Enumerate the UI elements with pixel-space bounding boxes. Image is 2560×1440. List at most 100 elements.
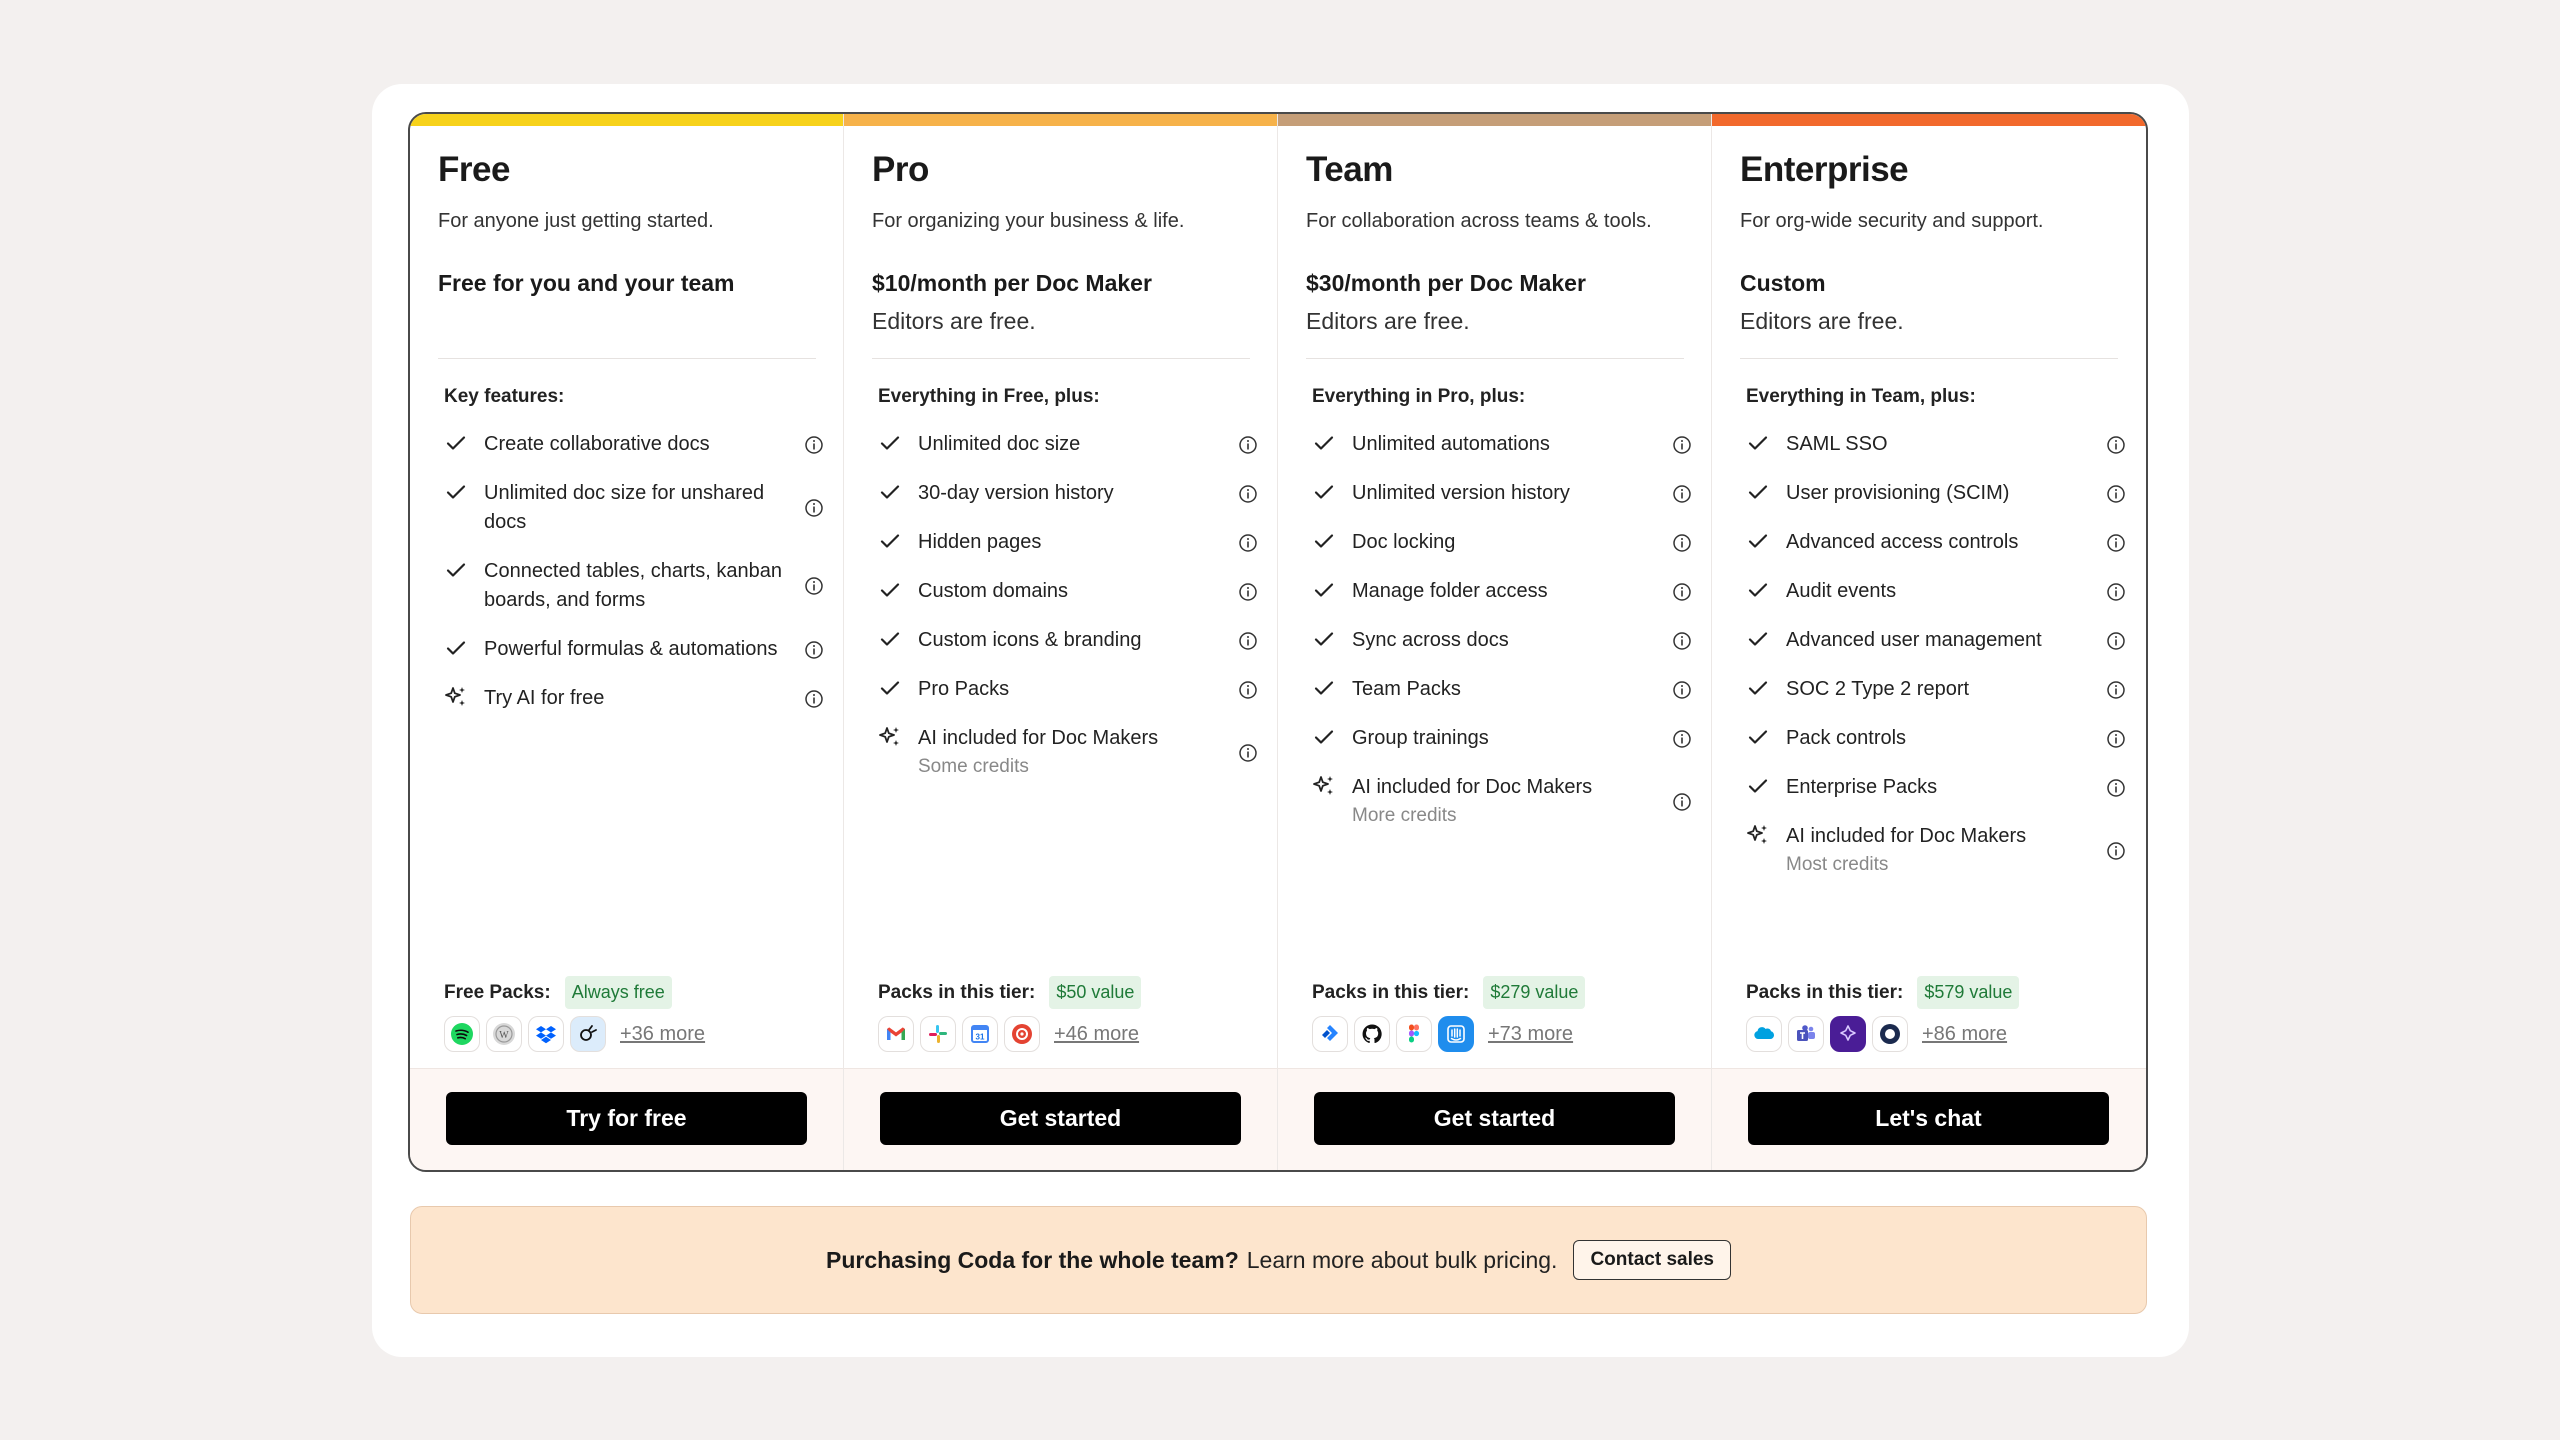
feature-label: Team Packs [1352, 678, 1461, 700]
contact-sales-button[interactable]: Contact sales [1573, 1240, 1731, 1280]
feature-label: Unlimited version history [1352, 482, 1570, 504]
more-packs-link[interactable]: +36 more [620, 1023, 705, 1046]
info-icon[interactable] [1672, 533, 1692, 553]
plan-price: $10/month per Doc Maker [872, 270, 1152, 296]
info-icon[interactable] [804, 689, 824, 709]
feature-label: Sync across docs [1352, 629, 1509, 651]
info-icon[interactable] [1238, 680, 1258, 700]
feature-item: Enterprise Packs [1746, 773, 2126, 802]
sparkle-icon [445, 687, 465, 706]
sparkle-icon [879, 727, 899, 746]
check-icon [1314, 583, 1334, 597]
banner-headline: Purchasing Coda for the whole team? [825, 1246, 1239, 1273]
info-icon[interactable] [1672, 792, 1692, 812]
info-icon[interactable] [804, 640, 824, 660]
get-started-button[interactable]: Get started [880, 1092, 1241, 1145]
check-icon [1314, 534, 1334, 548]
info-icon[interactable] [1238, 484, 1258, 504]
feature-title: AI included for Doc Makers [1786, 825, 2027, 847]
feature-label: Manage folder access [1352, 580, 1548, 602]
info-icon[interactable] [2106, 680, 2126, 700]
spotify-icon[interactable] [444, 1016, 480, 1052]
info-icon[interactable] [804, 576, 824, 596]
plan-team: Team For collaboration across teams & to… [1278, 114, 1712, 1170]
info-icon[interactable] [2106, 729, 2126, 749]
info-icon[interactable] [1672, 729, 1692, 749]
info-icon[interactable] [1238, 743, 1258, 763]
salesforce-icon[interactable] [1746, 1016, 1782, 1052]
wikipedia-icon[interactable]: W [486, 1016, 522, 1052]
feature-item: Hidden pages [878, 528, 1258, 557]
info-icon[interactable] [1238, 435, 1258, 455]
check-icon [1748, 779, 1768, 793]
info-icon[interactable] [2106, 582, 2126, 602]
github-icon[interactable] [1354, 1016, 1390, 1052]
svg-text:31: 31 [976, 1033, 985, 1042]
info-icon[interactable] [804, 498, 824, 518]
info-icon[interactable] [1238, 631, 1258, 651]
pack-icon[interactable] [570, 1016, 606, 1052]
pack-icons: W +36 more [444, 1016, 705, 1052]
plan-footer: Let's chat [1712, 1068, 2146, 1170]
get-started-button[interactable]: Get started [1314, 1092, 1675, 1145]
info-icon[interactable] [2106, 778, 2126, 798]
packs-label: Packs in this tier: [878, 981, 1036, 1003]
plan-color-bar [410, 114, 843, 126]
lets-chat-button[interactable]: Let's chat [1748, 1092, 2109, 1145]
check-icon [1748, 534, 1768, 548]
feature-title: AI included for Doc Makers [918, 727, 1159, 749]
feature-item: Custom domains [878, 577, 1258, 606]
feature-item: AI included for Doc Makers Most credits [1746, 822, 2126, 879]
pack-icon[interactable] [1830, 1016, 1866, 1052]
feature-label: Unlimited automations [1352, 433, 1550, 455]
packs-value-badge: $50 value [1049, 976, 1142, 1009]
info-icon[interactable] [2106, 533, 2126, 553]
info-icon[interactable] [804, 435, 824, 455]
plan-footer: Get started [844, 1068, 1277, 1170]
info-icon[interactable] [1672, 582, 1692, 602]
slack-icon[interactable] [920, 1016, 956, 1052]
more-packs-link[interactable]: +46 more [1054, 1023, 1139, 1046]
info-icon[interactable] [2106, 841, 2126, 861]
info-icon[interactable] [1672, 631, 1692, 651]
try-for-free-button[interactable]: Try for free [446, 1092, 807, 1145]
info-icon[interactable] [1672, 680, 1692, 700]
dropbox-icon[interactable] [528, 1016, 564, 1052]
plan-name: Enterprise [1740, 150, 1909, 189]
feature-label: AI included for Doc Makers Most credits [1786, 822, 2086, 879]
more-packs-link[interactable]: +86 more [1922, 1023, 2007, 1046]
info-icon[interactable] [2106, 435, 2126, 455]
check-icon [446, 485, 466, 499]
info-icon[interactable] [2106, 631, 2126, 651]
feature-label: Connected tables, charts, kanban boards,… [484, 560, 782, 611]
info-icon[interactable] [1672, 484, 1692, 504]
check-icon [1748, 632, 1768, 646]
check-icon [880, 632, 900, 646]
plan-name: Free [438, 150, 510, 189]
packs-row: Packs in this tier: $579 value [1746, 976, 2020, 1009]
google-calendar-icon[interactable]: 31 [962, 1016, 998, 1052]
feature-item: AI included for Doc Makers More credits [1312, 773, 1692, 830]
info-icon[interactable] [1238, 582, 1258, 602]
feature-item: Unlimited version history [1312, 479, 1692, 508]
intercom-icon[interactable] [1438, 1016, 1474, 1052]
plan-description: For collaboration across teams & tools. [1306, 210, 1652, 232]
figma-icon[interactable] [1396, 1016, 1432, 1052]
feature-label: Audit events [1786, 580, 1897, 602]
teams-icon[interactable] [1788, 1016, 1824, 1052]
plan-description: For org-wide security and support. [1740, 210, 2044, 232]
more-packs-link[interactable]: +73 more [1488, 1023, 1573, 1046]
feature-label: Unlimited doc size for unshared docs [484, 482, 765, 533]
plan-enterprise: Enterprise For org-wide security and sup… [1712, 114, 2146, 1170]
info-icon[interactable] [2106, 484, 2126, 504]
check-icon [880, 534, 900, 548]
feature-item: Create collaborative docs [444, 430, 824, 459]
info-icon[interactable] [1238, 533, 1258, 553]
okta-icon[interactable] [1872, 1016, 1908, 1052]
info-icon[interactable] [1672, 435, 1692, 455]
feature-label: Pro Packs [918, 678, 1010, 700]
check-icon [1748, 681, 1768, 695]
jira-icon[interactable] [1312, 1016, 1348, 1052]
gmail-icon[interactable] [878, 1016, 914, 1052]
todoist-icon[interactable] [1004, 1016, 1040, 1052]
